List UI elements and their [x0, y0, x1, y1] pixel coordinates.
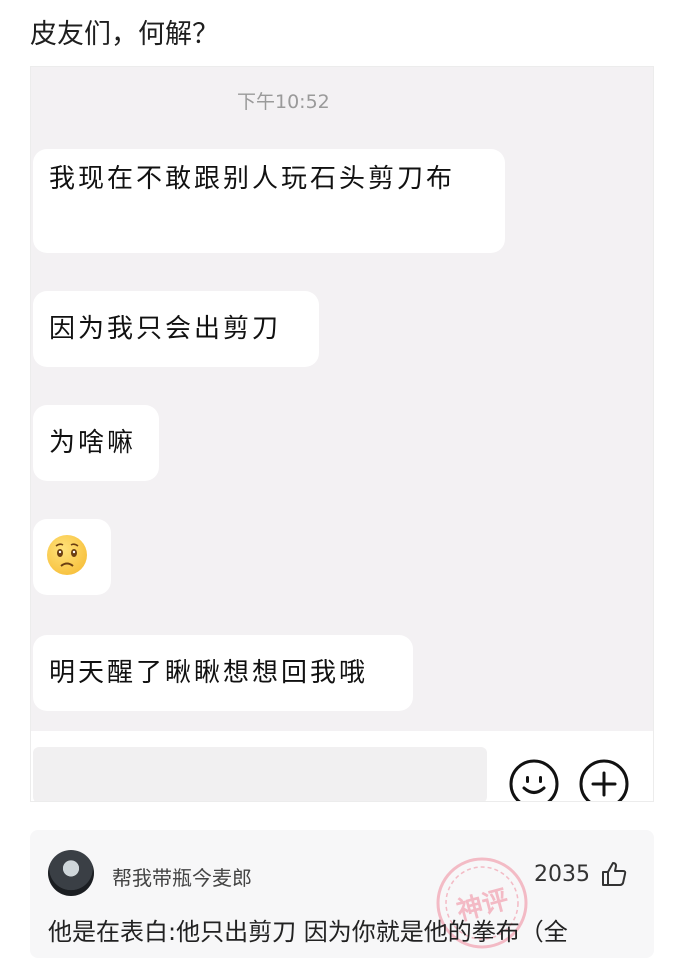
smile-icon — [509, 759, 559, 801]
emoji-button[interactable] — [507, 757, 561, 801]
message-bubble: 明天醒了瞅瞅想想回我哦 — [33, 635, 413, 711]
chat-screenshot: 下午10:52 我现在不敢跟别人玩石头剪刀布 因为我只会出剪刀 为啥嘛 明天醒了… — [30, 66, 654, 802]
post-title: 皮友们，何解？ — [30, 19, 219, 50]
message-bubble: 为啥嘛 — [33, 405, 159, 481]
comment-card: 帮我带瓶今麦郎 神评 2035 他是在表白:他只出剪刀 因为你就是他的拳布（全 — [30, 830, 654, 958]
chat-timestamp: 下午10:52 — [237, 91, 330, 113]
pleading-face-icon — [47, 535, 87, 575]
comment-username[interactable]: 帮我带瓶今麦郎 — [112, 862, 252, 891]
plus-icon — [579, 759, 629, 801]
thumbs-up-icon[interactable] — [600, 860, 628, 888]
like-count: 2035 — [534, 862, 590, 887]
chat-input-bar — [31, 731, 653, 801]
message-input[interactable] — [33, 747, 487, 801]
message-bubble: 因为我只会出剪刀 — [33, 291, 319, 367]
comment-text: 他是在表白:他只出剪刀 因为你就是他的拳布（全 — [48, 918, 568, 946]
message-bubble-emoji — [33, 519, 111, 595]
plus-button[interactable] — [577, 757, 631, 801]
message-bubble: 我现在不敢跟别人玩石头剪刀布 — [33, 149, 505, 253]
avatar[interactable] — [48, 850, 94, 896]
